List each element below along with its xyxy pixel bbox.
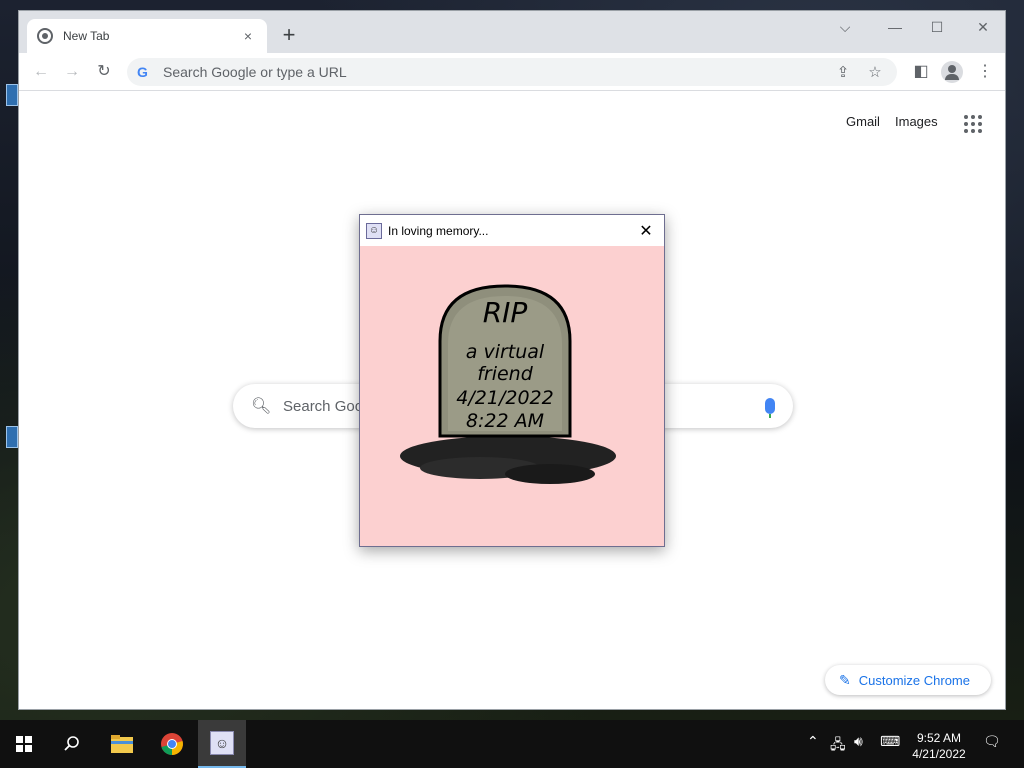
back-arrow-icon[interactable]: ← — [29, 60, 53, 84]
tab-new-tab[interactable]: New Tab × — [27, 19, 267, 53]
customize-chrome-button[interactable]: ✎ Customize Chrome — [825, 665, 991, 695]
show-hidden-icons-chevron-icon[interactable]: ⌃ — [807, 734, 819, 750]
address-bar[interactable]: G Search Google or type a URL ⇪ ☆ — [127, 58, 897, 86]
chrome-taskbar-button[interactable] — [148, 720, 196, 768]
search-icon: 🔍︎ — [251, 398, 272, 415]
minimize-button[interactable]: — — [875, 15, 915, 39]
tombstone-image: RIP a virtual friend 4/21/2022 8:22 AM — [400, 284, 616, 484]
bunny-app-icon: ☺ — [210, 731, 234, 755]
tombstone-line: a virtual — [466, 341, 545, 363]
popup-title: In loving memory... — [388, 223, 489, 238]
browser-toolbar: ← → ↻ G Search Google or type a URL ⇪ ☆ … — [19, 53, 1005, 91]
start-button[interactable] — [0, 720, 48, 768]
taskbar: ☺ ⌃ 🖧︎ 🔊︎ ⌨ 9:52 AM 4/21/2022 🗨︎ — [0, 720, 1024, 768]
close-window-button[interactable]: ✕ — [963, 15, 1003, 39]
desktop-shortcut-icon[interactable] — [6, 84, 18, 106]
images-link[interactable]: Images — [895, 114, 938, 129]
popup-title-bar[interactable]: ☺ In loving memory... ✕ — [360, 215, 664, 246]
customize-chrome-label: Customize Chrome — [858, 672, 970, 688]
tab-search-chevron-icon[interactable]: ⌵ — [825, 15, 865, 39]
taskbar-search-button[interactable] — [48, 720, 96, 768]
tombstone-line: friend — [477, 363, 534, 385]
reload-icon[interactable]: ↻ — [92, 60, 116, 84]
tombstone-line: 4/21/2022 — [456, 387, 553, 409]
taskbar-clock[interactable]: 9:52 AM 4/21/2022 — [904, 730, 974, 762]
forward-arrow-icon[interactable]: → — [60, 60, 84, 84]
in-loving-memory-popup: ☺ In loving memory... ✕ RIP a virtual fr… — [359, 214, 665, 547]
file-explorer-button[interactable] — [98, 720, 146, 768]
chrome-icon — [161, 733, 183, 755]
windows-logo-icon — [16, 736, 32, 752]
microphone-icon[interactable] — [765, 398, 775, 418]
tab-close-icon[interactable]: × — [239, 28, 257, 44]
side-panel-icon[interactable]: ◧ — [909, 60, 933, 84]
bunny-app-taskbar-button[interactable]: ☺ — [198, 720, 246, 768]
folder-icon — [111, 735, 133, 753]
network-icon[interactable]: 🖧︎ — [830, 734, 846, 758]
maximize-button[interactable]: ☐ — [917, 15, 957, 39]
google-g-icon: G — [137, 64, 148, 80]
tab-title: New Tab — [63, 29, 110, 43]
google-apps-icon[interactable] — [964, 115, 982, 133]
notifications-icon[interactable]: 🗨︎ — [983, 734, 1001, 750]
bookmark-star-icon[interactable]: ☆ — [863, 63, 887, 81]
chrome-favicon-icon — [37, 28, 53, 44]
tab-strip: New Tab × + ⌵ — ☐ ✕ — [19, 11, 1005, 53]
volume-icon[interactable]: 🔊︎ — [854, 734, 863, 750]
address-bar-placeholder: Search Google or type a URL — [163, 64, 347, 80]
ground-shadow-patch — [505, 464, 595, 484]
popup-close-icon[interactable]: ✕ — [634, 221, 658, 241]
pencil-icon: ✎ — [839, 671, 851, 688]
clock-time: 9:52 AM — [916, 731, 962, 745]
tombstone-heading: RIP — [483, 296, 528, 329]
share-icon[interactable]: ⇪ — [831, 63, 855, 81]
more-menu-icon[interactable]: ⋮ — [973, 60, 997, 84]
clock-date: 4/21/2022 — [912, 747, 966, 761]
gmail-link[interactable]: Gmail — [846, 114, 880, 129]
search-icon — [64, 736, 79, 751]
keyboard-icon[interactable]: ⌨ — [880, 734, 900, 750]
tombstone-line: 8:22 AM — [466, 410, 544, 432]
bunny-app-icon: ☺ — [366, 222, 382, 239]
desktop-shortcut-icon[interactable] — [6, 426, 18, 448]
new-tab-button[interactable]: + — [277, 23, 301, 47]
profile-avatar-icon[interactable] — [941, 61, 963, 83]
